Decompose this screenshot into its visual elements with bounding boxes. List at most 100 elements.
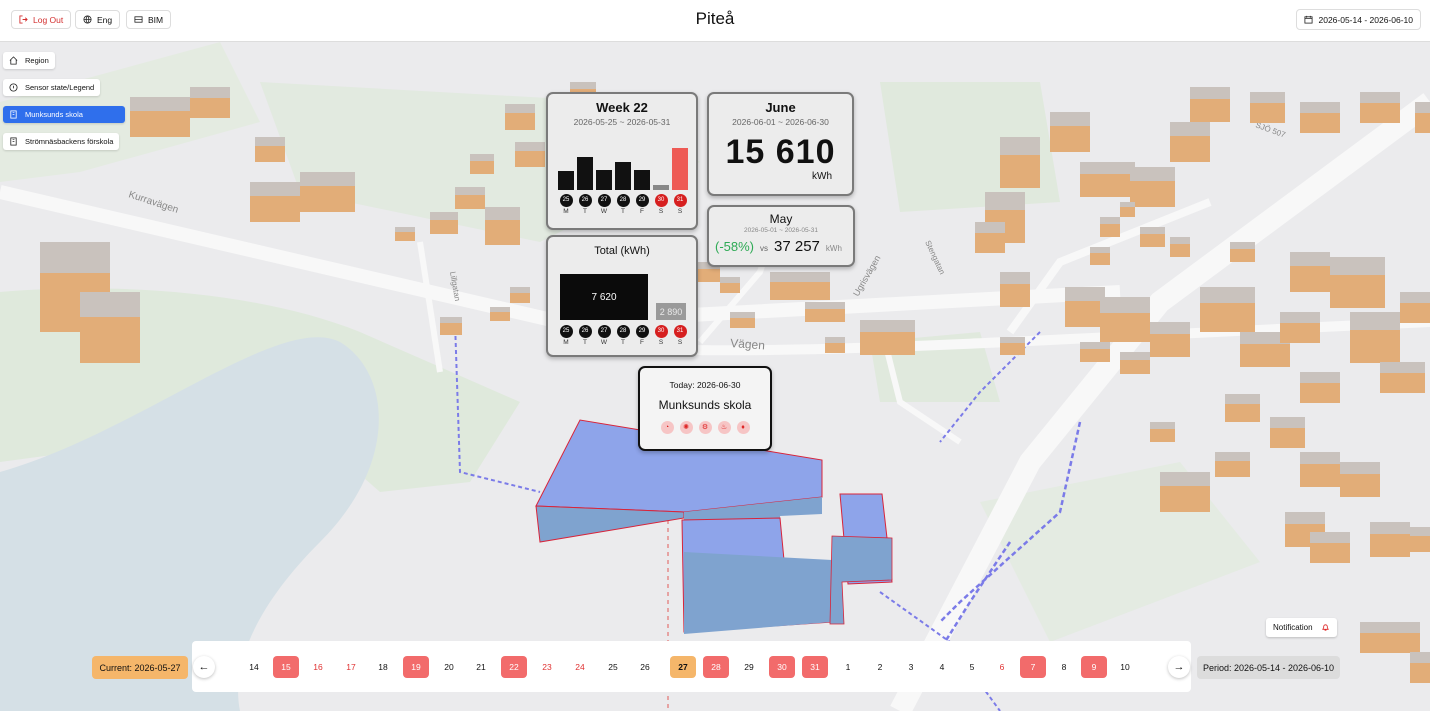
notification-button[interactable]: Notification: [1266, 618, 1337, 637]
timeline-day[interactable]: 20: [436, 656, 462, 678]
building: [1080, 342, 1110, 362]
building: [430, 212, 458, 234]
month-total-unit: kWh: [812, 171, 832, 182]
building-popup[interactable]: Today: 2026-06-30 Munksunds skola ◔ ✺ ⚙ …: [638, 366, 772, 451]
total-card[interactable]: Total (kWh) 7 620 2 890 25 M 26 T 27 W 28 T 29 F 3…: [546, 235, 698, 357]
building: [190, 87, 230, 118]
day-number: 26: [578, 194, 592, 207]
sidebar-item-munksunds-skola[interactable]: Munksunds skola: [3, 106, 125, 123]
building: [505, 104, 535, 130]
building: [1150, 322, 1190, 357]
gauge-icon[interactable]: ◔: [660, 421, 674, 434]
timeline-day[interactable]: 10: [1112, 656, 1138, 678]
timeline-day[interactable]: 22: [501, 656, 527, 678]
day-number: 27: [597, 194, 611, 207]
calendar-icon: [1304, 15, 1313, 24]
building: [130, 97, 190, 137]
timeline-day[interactable]: 17: [338, 656, 364, 678]
day-column: 25 M: [558, 325, 574, 346]
timeline-day[interactable]: 28: [703, 656, 729, 678]
building: [1410, 527, 1430, 552]
building: [1415, 102, 1430, 133]
timeline-day[interactable]: 4: [929, 656, 955, 678]
timeline-day[interactable]: 31: [802, 656, 828, 678]
building: [485, 207, 520, 245]
day-letter: T: [583, 339, 587, 346]
day-letter: F: [640, 208, 644, 215]
month-total-value: 15 610: [725, 133, 836, 171]
timeline-day[interactable]: 24: [567, 656, 593, 678]
sidebar-item-region[interactable]: Region: [3, 52, 55, 69]
timeline-day[interactable]: 29: [736, 656, 762, 678]
building: [1065, 287, 1105, 327]
timeline-day[interactable]: 30: [769, 656, 795, 678]
timeline-day[interactable]: 6: [989, 656, 1015, 678]
vs-label: vs: [760, 244, 769, 253]
month-title: June: [765, 100, 796, 115]
building: [1000, 137, 1040, 188]
timeline-day[interactable]: 15: [273, 656, 299, 678]
arrow-left-icon: ←: [198, 661, 210, 673]
app-header: Log Out Eng BIM Piteå 2026-05-14 - 2026-…: [0, 0, 1430, 42]
building: [455, 187, 485, 209]
timeline-next-button[interactable]: →: [1168, 656, 1190, 678]
timeline-day[interactable]: 27: [670, 656, 696, 678]
building: [1310, 532, 1350, 563]
sidebar-item-stromnasbackens-forskola[interactable]: Strömnäsbackens förskola: [3, 133, 120, 150]
day-column: 30 S: [653, 194, 669, 215]
month-card-may[interactable]: May 2026-05-01 ~ 2026-05-31 (-58%) vs 37…: [707, 205, 855, 267]
building: [255, 137, 285, 162]
week-card[interactable]: Week 22 2026-05-25 ~ 2026-05-31 25 M 26 T 27…: [546, 92, 698, 230]
day-letter: M: [563, 208, 569, 215]
day-column: 25 M: [558, 194, 574, 215]
timeline-day[interactable]: 3: [898, 656, 924, 678]
info-icon: [9, 83, 18, 92]
day-number: 29: [635, 325, 649, 338]
timeline-day[interactable]: 19: [403, 656, 429, 678]
total-title: Total (kWh): [594, 245, 650, 257]
person-icon[interactable]: ♨: [717, 421, 731, 434]
current-date-badge: Current: 2026-05-27: [92, 656, 188, 679]
street-label: Vägen: [730, 336, 766, 352]
timeline-day[interactable]: 26: [632, 656, 658, 678]
day-column: 28 T: [615, 325, 631, 346]
timeline-day[interactable]: 8: [1051, 656, 1077, 678]
building-icon: [10, 137, 17, 146]
gear-icon[interactable]: ⚙: [698, 421, 712, 434]
timeline-day[interactable]: 14: [241, 656, 267, 678]
timeline-day[interactable]: 2: [867, 656, 893, 678]
week-day-row: 25 M 26 T 27 W 28 T 29 F 30 S 31 S: [558, 194, 688, 215]
bell-icon: [1321, 624, 1329, 631]
timeline-day[interactable]: 7: [1020, 656, 1046, 678]
day-number: 27: [597, 325, 611, 338]
day-column: 31 S: [672, 194, 688, 215]
sun-icon[interactable]: ✺: [679, 421, 693, 434]
timeline-day[interactable]: 9: [1081, 656, 1107, 678]
building: [1160, 472, 1210, 512]
drop-icon[interactable]: ♦: [736, 421, 750, 434]
sidebar-item-label: Strömnäsbackens förskola: [25, 137, 114, 146]
day-number: 28: [616, 325, 630, 338]
timeline-day[interactable]: 16: [305, 656, 331, 678]
sidebar-item-sensor-legend[interactable]: Sensor state/Legend: [3, 79, 101, 96]
building: [1120, 202, 1135, 217]
timeline-day[interactable]: 1: [835, 656, 861, 678]
period-picker-button[interactable]: 2026-05-14 - 2026-06-10: [1296, 9, 1421, 30]
timeline-day[interactable]: 21: [468, 656, 494, 678]
building: [1280, 312, 1320, 343]
timeline-day[interactable]: 23: [534, 656, 560, 678]
building: [1215, 452, 1250, 477]
building: [730, 312, 755, 328]
building: [1120, 352, 1150, 374]
month-card-june[interactable]: June 2026-06-01 ~ 2026-06-30 15 610 kWh: [707, 92, 854, 196]
timeline-prev-button[interactable]: ←: [193, 656, 215, 678]
prev-month-title: May: [769, 212, 793, 226]
day-column: 31 S: [672, 325, 688, 346]
timeline-day[interactable]: 25: [600, 656, 626, 678]
building: [1300, 452, 1340, 487]
building: [1290, 252, 1330, 292]
timeline-day[interactable]: 18: [370, 656, 396, 678]
building: [1270, 417, 1305, 448]
timeline-day[interactable]: 5: [959, 656, 985, 678]
day-letter: S: [677, 208, 683, 215]
